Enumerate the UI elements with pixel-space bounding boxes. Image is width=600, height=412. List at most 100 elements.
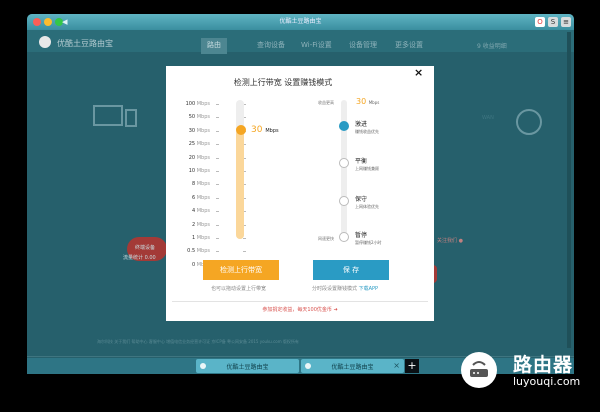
promo-link[interactable]: 参加捐定收益，每天100优金币 ➜ bbox=[166, 306, 434, 313]
watermark-url: luyouqi.com bbox=[513, 375, 581, 388]
bandwidth-tick-unit: Mbps bbox=[196, 141, 210, 148]
bandwidth-slider-handle[interactable] bbox=[236, 125, 246, 135]
bandwidth-tick-unit: Mbps bbox=[196, 154, 210, 161]
bandwidth-tick-mark bbox=[216, 171, 219, 172]
bandwidth-tick-unit: Mbps bbox=[196, 181, 210, 188]
nav-tab-manage[interactable]: 设备管理 bbox=[349, 40, 377, 50]
save-hint: 分时段设置赚钱模式 下载APP bbox=[312, 285, 378, 292]
mode-bottom-label: 网速更快 bbox=[318, 236, 334, 241]
mode-option-conservative[interactable] bbox=[339, 196, 349, 206]
globe-icon bbox=[516, 109, 542, 135]
dialog-divider bbox=[172, 301, 428, 302]
bandwidth-tick-value: 10 bbox=[188, 168, 196, 174]
mode-option-conservative-name: 保守 bbox=[355, 196, 368, 203]
bandwidth-tick-value: 0.5 bbox=[187, 248, 196, 255]
detect-hint: 也可以拖动设置上行带宽 bbox=[211, 286, 267, 292]
earnings-link[interactable]: 9 收益明细 bbox=[477, 41, 507, 50]
bandwidth-tick-value: 6 bbox=[191, 194, 196, 201]
bandwidth-tick-value: 2 bbox=[191, 221, 196, 228]
detect-bandwidth-button[interactable]: 检测上行带宽 bbox=[203, 260, 279, 280]
tab-2-label: 优酷土豆路由宝 bbox=[331, 364, 374, 371]
bandwidth-tick-unit: Mbps bbox=[196, 194, 210, 201]
wan-label: WAN bbox=[482, 115, 494, 121]
router-logo-icon bbox=[461, 352, 497, 388]
phone-icon bbox=[125, 109, 137, 127]
nav-tab-route[interactable]: 路由 bbox=[201, 38, 227, 54]
watermark-title: 路由器 bbox=[513, 354, 574, 376]
browser-tab-1[interactable]: 优酷土豆路由宝 bbox=[196, 359, 299, 373]
bandwidth-tick-label: 50 Mbps bbox=[166, 114, 210, 120]
save-button[interactable]: 保 存 bbox=[313, 260, 389, 280]
download-app-link[interactable]: 下载APP bbox=[359, 286, 378, 292]
mode-option-pause[interactable] bbox=[339, 232, 349, 242]
mode-option-conservative-desc: 上网体验优先 bbox=[355, 204, 379, 209]
mode-option-pause-name: 暂停 bbox=[355, 232, 368, 239]
mode-top-label: 收益更高 bbox=[318, 100, 334, 105]
bandwidth-tick-value: 20 bbox=[188, 154, 196, 161]
bandwidth-tick-mark bbox=[216, 224, 219, 226]
mode-option-aggressive[interactable] bbox=[339, 121, 349, 131]
mode-option-aggressive-name: 激进 bbox=[355, 121, 368, 128]
bandwidth-tick-label: 0.5 Mbps bbox=[166, 248, 210, 254]
bandwidth-value: 30 Mbps bbox=[251, 125, 279, 135]
bandwidth-tick-unit: Mbps bbox=[196, 101, 210, 107]
bandwidth-tick-mark bbox=[243, 251, 246, 253]
bandwidth-tick-mark bbox=[216, 144, 219, 146]
bandwidth-tick-mark bbox=[216, 211, 219, 213]
bandwidth-tick-value: 30 bbox=[188, 127, 196, 134]
window-title: 优酷土豆路由宝 bbox=[279, 18, 322, 25]
opera-icon[interactable]: O bbox=[535, 17, 545, 27]
mode-option-pause-desc: 暂停赚钱2小时 bbox=[355, 240, 382, 245]
bandwidth-tick-label: 25 Mbps bbox=[166, 141, 210, 147]
nav-tab-more[interactable]: 更多设置 bbox=[395, 40, 423, 50]
bandwidth-tick-unit: Mbps bbox=[196, 221, 210, 228]
bandwidth-tick-mark bbox=[216, 184, 219, 186]
bandwidth-tick-label: 6 Mbps bbox=[166, 195, 210, 201]
close-icon[interactable]: × bbox=[414, 66, 423, 79]
bandwidth-tick-mark bbox=[216, 104, 219, 105]
browser-tab-2[interactable]: 优酷土豆路由宝 × bbox=[301, 359, 404, 373]
new-tab-button[interactable]: + bbox=[405, 359, 419, 373]
tab-close-icon[interactable]: × bbox=[393, 361, 400, 370]
mode-option-balanced-name: 平衡 bbox=[355, 158, 368, 165]
app-brand: 优酷土豆路由宝 bbox=[57, 39, 113, 48]
s-extension-icon[interactable]: S bbox=[548, 17, 558, 27]
bandwidth-tick-label: 2 Mbps bbox=[166, 222, 210, 228]
nav-tab-devices[interactable]: 查询设备 bbox=[257, 40, 285, 50]
bandwidth-tick-value: 4 bbox=[191, 208, 196, 215]
save-hint-text: 分时段设置赚钱模式 bbox=[312, 286, 358, 292]
bandwidth-tick-value: 25 bbox=[188, 141, 196, 148]
bandwidth-tick-value: 50 bbox=[188, 114, 196, 121]
bandwidth-value-number: 30 bbox=[251, 125, 263, 135]
bandwidth-tick-value: 1 bbox=[191, 235, 196, 241]
bandwidth-tick-mark bbox=[216, 117, 219, 119]
bandwidth-tick-unit: Mbps bbox=[196, 168, 210, 174]
mode-option-balanced-desc: 上网赚钱兼顾 bbox=[355, 166, 379, 171]
bandwidth-tick-value: 8 bbox=[191, 181, 196, 188]
dialog-title: 检测上行带宽 设置赚钱模式 bbox=[233, 78, 333, 87]
bandwidth-tick-label: 4 Mbps bbox=[166, 208, 210, 214]
mode-value-number: 30 bbox=[356, 97, 367, 106]
mode-option-aggressive-desc: 赚钱收益优先 bbox=[355, 129, 379, 134]
app-header: 优酷土豆路由宝 路由 查询设备 Wi-Fi设置 设备管理 更多设置 9 收益明细 bbox=[27, 30, 574, 54]
nav-tab-wifi[interactable]: Wi-Fi设置 bbox=[301, 40, 332, 50]
bandwidth-tick-mark bbox=[216, 130, 219, 132]
bandwidth-tick-mark bbox=[216, 251, 219, 253]
bg-devices-label: 终端设备 bbox=[135, 245, 156, 251]
bandwidth-tick-unit: Mbps bbox=[196, 114, 210, 121]
footer-links: 海尔科技 关于我们 帮助中心 客服中心 增值电信业务经营许可证 京ICP备 粤公… bbox=[97, 339, 299, 344]
bandwidth-mode-dialog: 检测上行带宽 设置赚钱模式 × 100 Mbps 50 Mbps 30 Mbps 25… bbox=[166, 66, 434, 321]
bg-follow-label: 关注我们 ● bbox=[437, 238, 463, 244]
bandwidth-tick-mark bbox=[216, 157, 219, 159]
app-logo bbox=[39, 36, 51, 48]
bandwidth-tick-label: 30 Mbps bbox=[166, 128, 210, 134]
bandwidth-tick-label: 1 Mbps bbox=[166, 235, 210, 241]
window-titlebar: ◂ 优酷土豆路由宝 O S ≡ bbox=[27, 14, 574, 30]
bandwidth-tick-mark bbox=[216, 238, 219, 239]
bandwidth-tick-unit: Mbps bbox=[196, 127, 210, 134]
mode-option-balanced[interactable] bbox=[339, 158, 349, 168]
page-scrollbar[interactable] bbox=[567, 32, 571, 348]
bandwidth-tick-mark bbox=[216, 197, 219, 199]
laptop-icon bbox=[93, 105, 123, 126]
menu-icon[interactable]: ≡ bbox=[561, 17, 571, 27]
